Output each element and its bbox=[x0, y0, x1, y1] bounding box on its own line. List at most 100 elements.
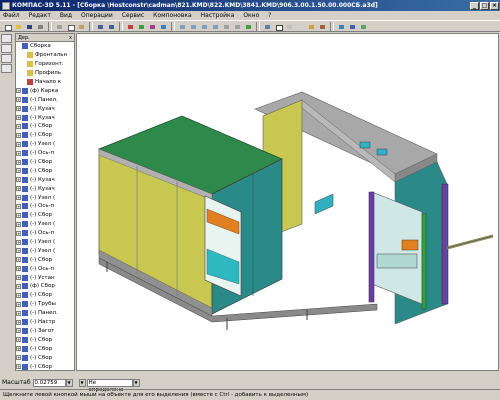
expand-icon[interactable] bbox=[21, 53, 26, 58]
menu-help[interactable]: ? bbox=[268, 12, 271, 19]
zoom-window-icon[interactable] bbox=[199, 21, 209, 31]
zoom-in-icon[interactable] bbox=[177, 21, 187, 31]
expand-icon[interactable]: + bbox=[16, 230, 21, 236]
tree-node[interactable]: + (-) Кузач bbox=[16, 113, 74, 122]
thin-lines-icon[interactable] bbox=[295, 21, 305, 31]
menu-service[interactable]: Сервис bbox=[122, 12, 144, 19]
tree-node[interactable]: + (ф) Сбор bbox=[16, 282, 74, 291]
expand-icon[interactable]: + bbox=[16, 177, 21, 183]
tree-node[interactable]: + (-) Сбор bbox=[16, 255, 74, 264]
tree-node[interactable]: + (-) Сбор bbox=[16, 166, 74, 175]
tree-node[interactable]: + (-) Сбор bbox=[16, 362, 74, 370]
new-icon[interactable] bbox=[2, 21, 12, 31]
tree-node[interactable]: + (-) Панел. bbox=[16, 95, 74, 104]
scale-dropdown-icon[interactable]: ▼ bbox=[65, 378, 73, 387]
tree-node[interactable]: + (-) Трубы bbox=[16, 300, 74, 309]
tree-node[interactable]: + (-) Кузач bbox=[16, 104, 74, 113]
expand-icon[interactable]: + bbox=[16, 292, 21, 298]
zoom-out-icon[interactable] bbox=[188, 21, 198, 31]
scale-input[interactable]: 0.02759 bbox=[32, 378, 66, 387]
tree-node[interactable]: + (-) Сбор bbox=[16, 158, 74, 167]
expand-icon[interactable]: + bbox=[16, 97, 21, 103]
shaded-icon[interactable] bbox=[306, 21, 316, 31]
pan-icon[interactable] bbox=[221, 21, 231, 31]
tree-node[interactable]: Фронтальн bbox=[16, 51, 74, 60]
tree-close-icon[interactable]: x bbox=[69, 35, 72, 41]
tree-node[interactable]: + (-) Сбор bbox=[16, 131, 74, 140]
tree-node[interactable]: + (-) Сбор bbox=[16, 291, 74, 300]
tree-node[interactable]: Начало к bbox=[16, 78, 74, 87]
tree-node[interactable]: + (-) Сбор bbox=[16, 211, 74, 220]
paste-icon[interactable] bbox=[76, 21, 86, 31]
expand-icon[interactable]: + bbox=[16, 257, 21, 263]
expand-icon[interactable]: + bbox=[16, 88, 21, 94]
expand-icon[interactable]: + bbox=[16, 319, 21, 325]
tree-node[interactable]: + (-) Загот bbox=[16, 327, 74, 336]
menu-window[interactable]: Окно bbox=[243, 12, 259, 19]
minimize-button[interactable]: _ bbox=[470, 1, 479, 10]
properties-icon[interactable] bbox=[125, 21, 135, 31]
expand-icon[interactable]: + bbox=[16, 150, 21, 156]
expand-icon[interactable]: + bbox=[16, 195, 21, 201]
expand-icon[interactable]: + bbox=[16, 283, 21, 289]
tree-node[interactable]: + (-) Панел. bbox=[16, 309, 74, 318]
expand-icon[interactable] bbox=[16, 44, 21, 49]
tree-node[interactable]: Профиль bbox=[16, 69, 74, 78]
tree-node[interactable]: + (-) Ось-п bbox=[16, 149, 74, 158]
tree-node[interactable]: + (-) Кузач bbox=[16, 184, 74, 193]
expand-icon[interactable]: + bbox=[16, 132, 21, 138]
maximize-button[interactable]: □ bbox=[480, 1, 489, 10]
mode-dropdown-icon[interactable]: ▼ bbox=[132, 378, 140, 387]
expand-icon[interactable]: + bbox=[16, 141, 21, 147]
select-tool-icon[interactable] bbox=[1, 34, 12, 43]
expand-icon[interactable] bbox=[21, 71, 26, 76]
redo-icon[interactable] bbox=[106, 21, 116, 31]
library-icon[interactable] bbox=[147, 21, 157, 31]
open-icon[interactable] bbox=[13, 21, 23, 31]
mode-select[interactable]: Не определена bbox=[86, 378, 133, 393]
perspective-icon[interactable] bbox=[317, 21, 327, 31]
close-button[interactable]: × bbox=[490, 1, 499, 10]
expand-icon[interactable]: + bbox=[16, 364, 21, 369]
menu-settings[interactable]: Настройка bbox=[201, 12, 235, 19]
tree-node[interactable]: + (-) Узел ( bbox=[16, 238, 74, 247]
expand-icon[interactable]: + bbox=[16, 266, 21, 272]
help-icon[interactable] bbox=[158, 21, 168, 31]
tree-node[interactable]: + (-) Узел ( bbox=[16, 220, 74, 229]
save-icon[interactable] bbox=[24, 21, 34, 31]
sketch-tool-icon[interactable] bbox=[1, 44, 12, 53]
cut-icon[interactable] bbox=[54, 21, 64, 31]
expand-icon[interactable]: + bbox=[16, 337, 21, 343]
expand-icon[interactable]: + bbox=[16, 123, 21, 129]
menu-layout[interactable]: Компоновка bbox=[153, 12, 191, 19]
tree-node[interactable]: + (-) Узел ( bbox=[16, 246, 74, 255]
expand-icon[interactable]: + bbox=[16, 159, 21, 165]
menu-operations[interactable]: Операции bbox=[81, 12, 113, 19]
tree-node[interactable]: + (-) Ось-п bbox=[16, 264, 74, 273]
tree-node[interactable]: + (-) Сбор bbox=[16, 122, 74, 131]
expand-icon[interactable]: + bbox=[16, 248, 21, 254]
hidden-lines-icon[interactable] bbox=[284, 21, 294, 31]
print-icon[interactable] bbox=[35, 21, 45, 31]
rotate-icon[interactable] bbox=[232, 21, 242, 31]
tree-node[interactable]: Сборка bbox=[16, 42, 74, 51]
tree-node[interactable]: + (-) Сбор bbox=[16, 353, 74, 362]
expand-icon[interactable]: + bbox=[16, 355, 21, 361]
constraint-tool-icon[interactable] bbox=[1, 64, 12, 73]
tree-icon[interactable] bbox=[136, 21, 146, 31]
expand-icon[interactable]: + bbox=[16, 106, 21, 112]
measure-tool-icon[interactable] bbox=[1, 54, 12, 63]
copy-icon[interactable] bbox=[65, 21, 75, 31]
expand-icon[interactable]: + bbox=[16, 212, 21, 218]
expand-icon[interactable]: + bbox=[16, 301, 21, 307]
assembly-icon[interactable] bbox=[347, 21, 357, 31]
tree-node[interactable]: + (-) Ось-п bbox=[16, 202, 74, 211]
tree-node[interactable]: + (-) Сбор bbox=[16, 335, 74, 344]
tree-node[interactable]: + (-) Узел ( bbox=[16, 193, 74, 202]
tree-node[interactable]: + (-) Сбор bbox=[16, 344, 74, 353]
expand-icon[interactable] bbox=[21, 62, 26, 67]
expand-icon[interactable]: + bbox=[16, 310, 21, 316]
mode-toggle-icon[interactable]: ▼ bbox=[78, 378, 86, 387]
part-icon[interactable] bbox=[336, 21, 346, 31]
3d-viewport[interactable] bbox=[76, 33, 499, 371]
